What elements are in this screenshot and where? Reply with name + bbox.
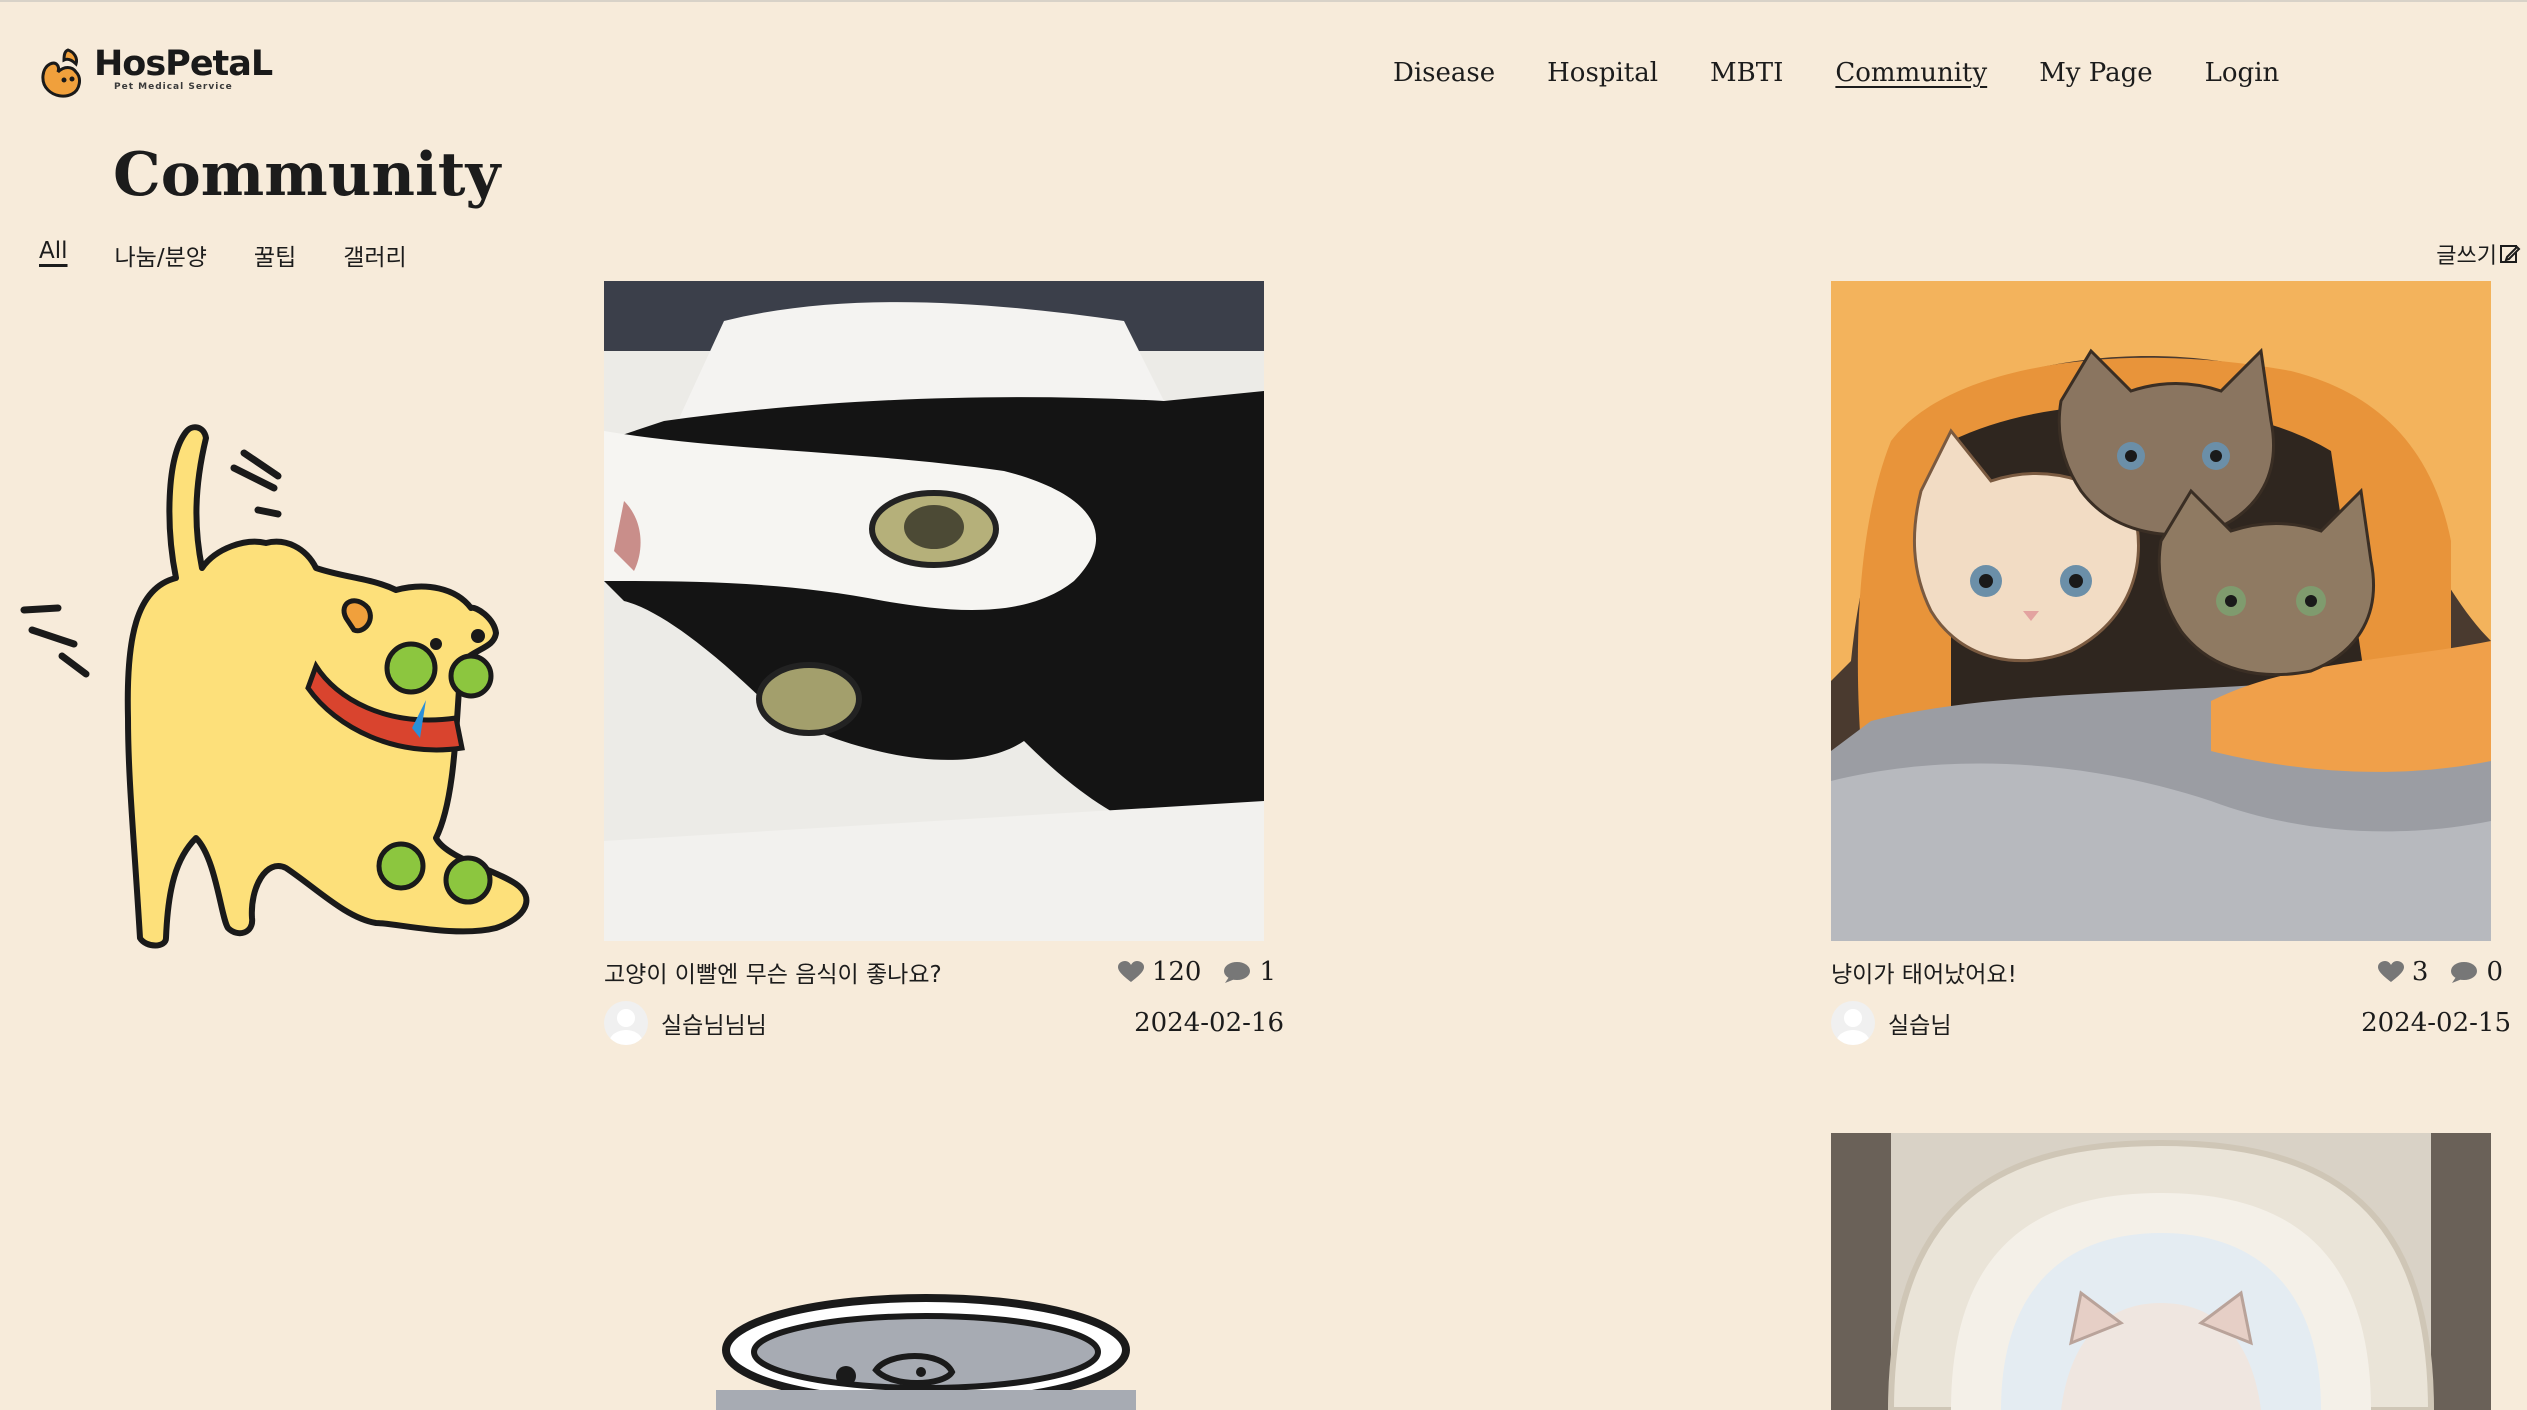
post-photo-cat-tower[interactable] xyxy=(1831,1133,2491,1410)
post-card[interactable] xyxy=(1831,1133,2493,1410)
post-author-row: 실습님님님 2024-02-16 xyxy=(604,1001,1284,1045)
top-border xyxy=(0,0,2527,2)
avatar xyxy=(1831,1001,1875,1045)
brand-name: HosPetaL xyxy=(94,44,273,84)
category-tabs: All 나눔/분양 꿀팁 갤러리 xyxy=(39,238,454,272)
dog-illustration xyxy=(20,424,530,949)
edit-icon xyxy=(2500,245,2521,263)
author-name: 실습님님님 xyxy=(661,1013,767,1039)
post-meta: 냥이가 태어났어요! 3 0 xyxy=(1831,955,2503,989)
logo-pet-icon xyxy=(41,48,81,98)
like-count: 120 xyxy=(1151,957,1202,987)
post-title[interactable]: 고양이 이빨엔 무슨 음식이 좋나요? xyxy=(604,955,942,989)
like-count: 3 xyxy=(2411,957,2429,987)
author[interactable]: 실습님님님 xyxy=(604,1001,767,1045)
tab-all[interactable]: All xyxy=(39,238,68,272)
post-stats: 3 0 xyxy=(2377,957,2503,987)
tab-gallery[interactable]: 갤러리 xyxy=(343,238,406,272)
heart-icon[interactable] xyxy=(1117,961,1144,983)
post-author-row: 실습님 2024-02-15 xyxy=(1831,1001,2511,1045)
author-name: 실습님 xyxy=(1888,1013,1952,1039)
post-card[interactable]: 고양이 이빨엔 무슨 음식이 좋나요? 120 1 실습님님님 2024-02-… xyxy=(604,281,1284,1045)
main-nav: Disease Hospital MBTI Community My Page … xyxy=(1393,58,2331,88)
user-icon xyxy=(1836,1009,1870,1045)
heart-icon[interactable] xyxy=(2377,961,2404,983)
nav-disease[interactable]: Disease xyxy=(1393,58,1495,88)
nav-my-page[interactable]: My Page xyxy=(2039,58,2152,88)
post-photo-cat[interactable] xyxy=(604,281,1264,941)
comment-icon xyxy=(2451,962,2478,983)
author[interactable]: 실습님 xyxy=(1831,1001,1951,1045)
food-bowl-illustration xyxy=(716,1294,1136,1410)
post-photo-kittens[interactable] xyxy=(1831,281,2491,941)
post-title[interactable]: 냥이가 태어났어요! xyxy=(1831,955,2017,989)
post-card[interactable]: 냥이가 태어났어요! 3 0 실습님 2024-02-15 xyxy=(1831,281,2511,1045)
post-date: 2024-02-16 xyxy=(1134,1008,1284,1038)
write-post-button[interactable]: 글쓰기 xyxy=(2436,238,2521,270)
write-post-label: 글쓰기 xyxy=(2436,244,2497,269)
post-meta: 고양이 이빨엔 무슨 음식이 좋나요? 120 1 xyxy=(604,955,1276,989)
avatar xyxy=(604,1001,648,1045)
page-title: Community xyxy=(113,140,501,210)
comment-icon xyxy=(1224,962,1251,983)
tab-tips[interactable]: 꿀팁 xyxy=(254,238,296,272)
nav-mbti[interactable]: MBTI xyxy=(1710,58,1783,88)
post-date: 2024-02-15 xyxy=(2361,1008,2511,1038)
nav-community[interactable]: Community xyxy=(1835,58,1987,88)
post-stats: 120 1 xyxy=(1117,957,1276,987)
tab-share-adopt[interactable]: 나눔/분양 xyxy=(115,238,207,272)
brand-tagline: Pet Medical Service xyxy=(114,82,233,92)
nav-login[interactable]: Login xyxy=(2205,58,2280,88)
nav-hospital[interactable]: Hospital xyxy=(1547,58,1658,88)
comment-count: 0 xyxy=(2486,957,2503,987)
logo[interactable]: HosPetaL Pet Medical Service xyxy=(38,44,273,100)
user-icon xyxy=(609,1009,643,1045)
comment-count: 1 xyxy=(1259,957,1276,987)
